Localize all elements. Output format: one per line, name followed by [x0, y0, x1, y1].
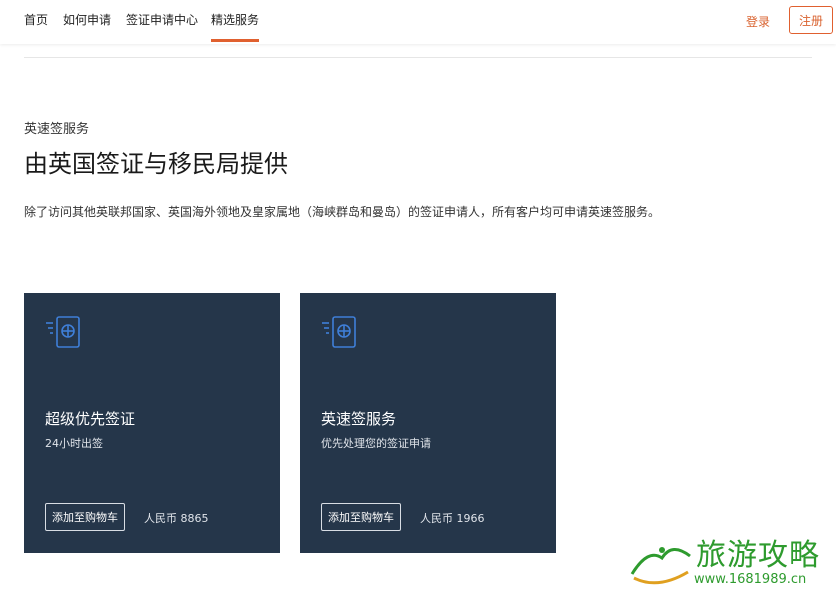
watermark-logo: 旅游攻略 www.1681989.cn [628, 528, 828, 592]
card-subtitle: 24小时出签 [45, 437, 103, 450]
watermark-title: 旅游攻略 [696, 538, 820, 573]
nav-item-visa-centre[interactable]: 签证申请中心 [126, 11, 198, 28]
card-price: 人民币 1966 [420, 512, 485, 525]
register-button[interactable]: 注册 [789, 6, 833, 34]
add-to-cart-button[interactable]: 添加至购物车 [45, 503, 125, 531]
nav-item-how-to-apply[interactable]: 如何申请 [63, 11, 111, 28]
service-card-fast-track: 英速签服务 优先处理您的签证申请 添加至购物车 人民币 1966 [300, 293, 556, 553]
passport-icon [44, 313, 84, 357]
section-divider [24, 57, 812, 58]
card-subtitle: 优先处理您的签证申请 [321, 437, 431, 450]
page-title: 由英国签证与移民局提供 [24, 150, 288, 178]
card-price: 人民币 8865 [144, 512, 209, 525]
passport-icon [320, 313, 360, 357]
login-link[interactable]: 登录 [746, 13, 770, 30]
section-eyebrow: 英速签服务 [24, 122, 90, 137]
nav-item-featured-services[interactable]: 精选服务 [211, 11, 260, 42]
card-title: 超级优先签证 [45, 410, 136, 428]
mountain-logo-icon [630, 547, 691, 585]
card-title: 英速签服务 [321, 410, 397, 428]
watermark-url: www.1681989.cn [694, 572, 807, 587]
top-navigation: 首页 如何申请 签证申请中心 精选服务 登录 注册 [0, 0, 836, 44]
page-description: 除了访问其他英联邦国家、英国海外领地及皇家属地（海峡群岛和曼岛）的签证申请人，所… [24, 205, 661, 219]
service-card-priority: 超级优先签证 24小时出签 添加至购物车 人民币 8865 [24, 293, 280, 553]
nav-item-home[interactable]: 首页 [24, 11, 48, 28]
add-to-cart-button[interactable]: 添加至购物车 [321, 503, 401, 531]
